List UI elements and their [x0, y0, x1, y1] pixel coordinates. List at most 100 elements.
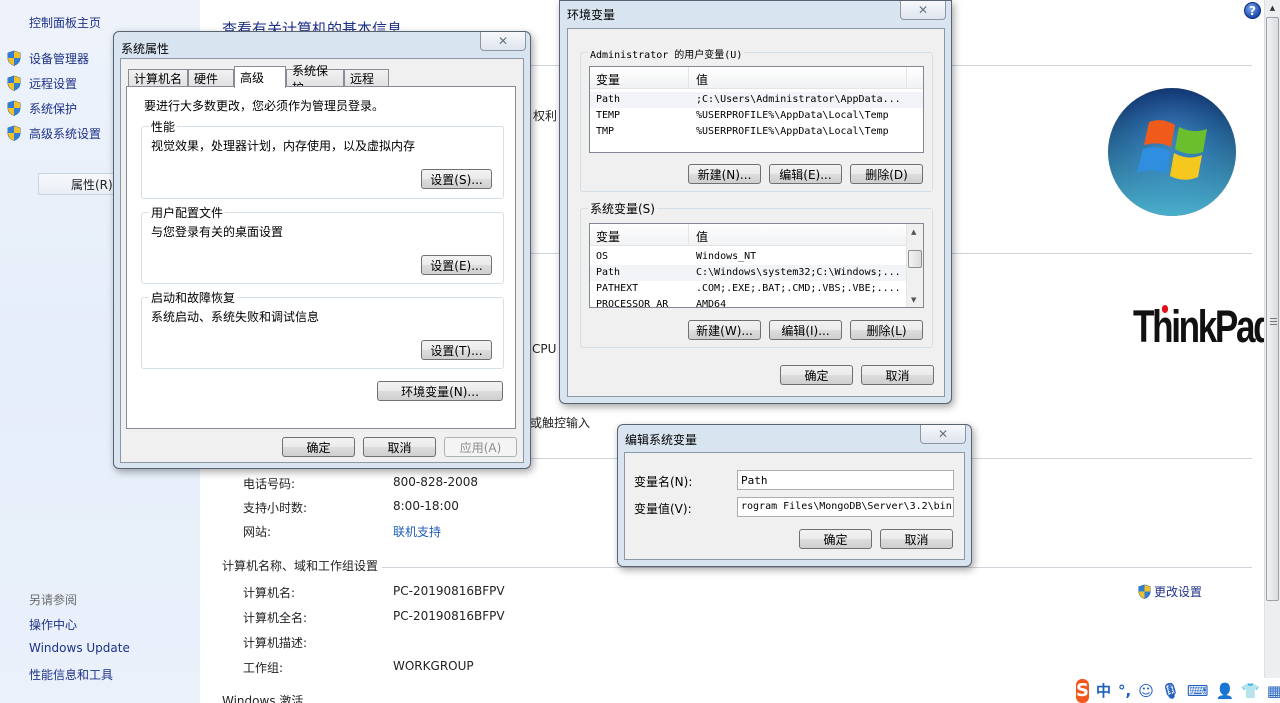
edit-ok-button[interactable]: 确定: [799, 529, 872, 549]
peek-text-touch: 或触控输入: [530, 416, 591, 430]
list-item[interactable]: OS Windows_NT: [590, 249, 923, 265]
variable-name-label: 变量名(N):: [634, 475, 693, 489]
admin-note: 要进行大多数更改，您必须作为管理员登录。: [144, 99, 385, 113]
support-hours-value: 8:00-18:00: [393, 499, 459, 513]
list-item[interactable]: TMP %USERPROFILE%\AppData\Local\Temp: [590, 124, 923, 140]
group-description: 系统启动、系统失败和调试信息: [151, 310, 320, 324]
tab-advanced[interactable]: 高级: [234, 66, 286, 88]
list-item[interactable]: Path C:\Windows\system32;C:\Windows;...: [590, 265, 923, 281]
performance-settings-button[interactable]: 设置(S)...: [421, 169, 492, 189]
variable-value-label: 变量值(V):: [634, 502, 692, 516]
system-new-button[interactable]: 新建(W)...: [688, 320, 761, 340]
tab-hardware[interactable]: 硬件: [188, 69, 234, 87]
scroll-down-arrow-icon[interactable]: ▼: [911, 296, 916, 304]
skin-icon[interactable]: 👕: [1241, 682, 1260, 700]
user-icon[interactable]: 👤: [1216, 682, 1235, 700]
change-settings-link[interactable]: 更改设置: [1137, 583, 1202, 600]
user-delete-button[interactable]: 删除(D): [850, 164, 923, 184]
system-delete-button[interactable]: 删除(L): [850, 320, 923, 340]
list-item[interactable]: Path ;C:\Users\Administrator\AppData...: [590, 92, 923, 108]
list-item[interactable]: TEMP %USERPROFILE%\AppData\Local\Temp: [590, 108, 923, 124]
list-item[interactable]: PROCESSOR_AR AMD64: [590, 297, 923, 307]
computer-name-label: 计算机名:: [243, 586, 296, 600]
column-separator: [688, 224, 689, 246]
group-legend: Administrator 的用户变量(U): [588, 46, 745, 61]
uac-shield-icon: [1138, 584, 1151, 599]
column-separator: [906, 67, 907, 89]
computer-name-value: PC-20190816BFPV: [393, 584, 505, 598]
nav-label: 高级系统设置: [29, 126, 102, 141]
variable-name-input[interactable]: Path: [737, 470, 954, 490]
emoji-icon[interactable]: ☺: [1138, 682, 1154, 700]
group-legend: 启动和故障恢复: [149, 289, 238, 306]
column-header-variable[interactable]: 变量: [596, 228, 620, 245]
environment-variables-button[interactable]: 环境变量(N)...: [377, 381, 503, 401]
nav-remote-settings[interactable]: 远程设置: [6, 73, 77, 93]
cancel-button[interactable]: 取消: [363, 437, 436, 457]
env-ok-button[interactable]: 确定: [780, 365, 853, 385]
startup-recovery-settings-button[interactable]: 设置(T)...: [421, 340, 492, 360]
nav-device-manager[interactable]: 设备管理器: [6, 48, 89, 68]
support-hours-label: 支持小时数:: [243, 501, 308, 515]
uac-shield-icon: [7, 50, 21, 66]
user-edit-button[interactable]: 编辑(E)...: [769, 164, 842, 184]
microphone-icon[interactable]: 🎙: [1161, 682, 1180, 700]
list-item[interactable]: PATHEXT .COM;.EXE;.BAT;.CMD;.VBS;.VBE;..…: [590, 281, 923, 297]
nav-advanced-system-settings[interactable]: 高级系统设置: [6, 123, 101, 143]
divider: [380, 567, 1252, 568]
ok-button[interactable]: 确定: [282, 437, 355, 457]
variable-value-input[interactable]: rogram Files\MongoDB\Server\3.2\bin: [737, 497, 954, 517]
dialog-title: 环境变量: [567, 8, 616, 22]
punctuation-toggle[interactable]: °,: [1118, 682, 1131, 700]
ime-toolbar: S 中 °, ☺ 🎙 ⌨ 👤 👕 ▦: [1073, 678, 1280, 703]
keyboard-icon[interactable]: ⌨: [1187, 682, 1209, 700]
column-header-value[interactable]: 值: [696, 228, 708, 245]
list-header: 变量 值: [590, 224, 906, 246]
close-button[interactable]: ✕: [480, 32, 526, 51]
column-header-variable[interactable]: 变量: [596, 71, 620, 88]
sogou-logo-icon[interactable]: S: [1076, 678, 1089, 703]
list-scrollbar[interactable]: ▲ ▼: [906, 224, 923, 307]
dialog-title: 编辑系统变量: [625, 433, 698, 447]
column-header-value[interactable]: 值: [696, 71, 708, 88]
online-support-link[interactable]: 联机支持: [393, 523, 441, 540]
user-variables-list[interactable]: 变量 值 Path ;C:\Users\Administrator\AppDat…: [589, 66, 924, 153]
grip-icon: [1270, 318, 1277, 325]
group-legend: 性能: [149, 118, 178, 135]
nav-system-protection[interactable]: 系统保护: [6, 98, 77, 118]
close-button[interactable]: ✕: [920, 425, 966, 444]
support-phone-value: 800-828-2008: [393, 475, 479, 489]
computer-description-label: 计算机描述:: [243, 636, 308, 650]
main-scrollbar[interactable]: ▲: [1264, 0, 1280, 680]
scrollbar-thumb[interactable]: [908, 250, 922, 268]
link-action-center[interactable]: 操作中心: [29, 616, 77, 633]
link-performance-tools[interactable]: 性能信息和工具: [29, 666, 113, 683]
tab-computer-name[interactable]: 计算机名: [128, 69, 188, 87]
user-profiles-settings-button[interactable]: 设置(E)...: [421, 255, 492, 275]
help-icon[interactable]: ?: [1244, 2, 1261, 19]
dialog-title: 系统属性: [121, 42, 170, 56]
apply-button[interactable]: 应用(A): [444, 437, 517, 457]
control-panel-home-link[interactable]: 控制面板主页: [29, 14, 101, 31]
uac-shield-icon: [7, 125, 21, 141]
link-windows-update[interactable]: Windows Update: [29, 641, 130, 655]
user-new-button[interactable]: 新建(N)...: [688, 164, 761, 184]
scrollbar-thumb[interactable]: [1266, 17, 1279, 601]
tab-system-protection[interactable]: 系统保护: [286, 64, 344, 95]
uac-shield-icon: [7, 100, 21, 116]
system-variables-list[interactable]: 变量 值 OS Windows_NT Path C:\Windows\syste…: [589, 223, 924, 308]
close-button[interactable]: ✕: [900, 1, 946, 20]
env-cancel-button[interactable]: 取消: [861, 365, 934, 385]
scroll-up-arrow-icon[interactable]: ▲: [1265, 0, 1280, 16]
see-also-heading: 另请参阅: [29, 593, 78, 607]
system-edit-button[interactable]: 编辑(I)...: [769, 320, 842, 340]
full-computer-name-label: 计算机全名:: [243, 611, 308, 625]
scroll-up-arrow-icon[interactable]: ▲: [911, 228, 916, 236]
edit-cancel-button[interactable]: 取消: [880, 529, 953, 549]
workgroup-value: WORKGROUP: [393, 659, 474, 673]
list-header: 变量 值: [590, 67, 923, 89]
ime-mode-toggle[interactable]: 中: [1096, 680, 1111, 701]
nav-label: 远程设置: [29, 76, 78, 91]
toolbox-icon[interactable]: ▦: [1267, 682, 1280, 700]
tab-remote[interactable]: 远程: [344, 69, 389, 87]
